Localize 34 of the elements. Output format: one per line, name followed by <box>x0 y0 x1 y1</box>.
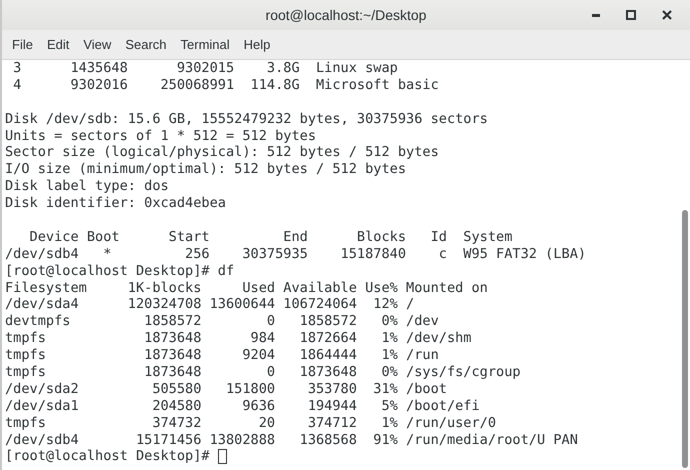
terminal-line: 4 9302016 250068991 114.8G Microsoft basic <box>12 76 440 94</box>
terminal-line: /dev/sdb4 * 256 30375935 15187840 c W95 FAT32 (LBA) <box>5 246 588 263</box>
window-title: root@localhost:~/Desktop <box>266 7 426 23</box>
close-icon[interactable] <box>662 10 672 20</box>
menu-item[interactable]: Search <box>125 37 167 52</box>
text-cursor <box>218 449 227 464</box>
terminal-line: Disk label type: dos <box>5 178 170 196</box>
terminal-line: Filesystem 1K-blocks Used Available Use% Mounted on <box>5 280 489 296</box>
terminal-line: 3 1435648 9302015 3.8G Linux swap <box>12 60 399 77</box>
terminal-line: I/O size (minimum/optimal): 512 bytes / 512 bytes <box>5 161 408 178</box>
terminal-line: /dev/sda1 204580 9636 194944 5% /boot/efi <box>5 398 481 415</box>
terminal-line: [root@localhost Desktop]# df <box>5 262 236 280</box>
terminal-line: Disk /dev/sdb: 15.6 GB, 15552479232 bytes, 30375936 sectors <box>5 110 489 128</box>
terminal-line: tmpfs 374732 20 374712 1% /run/user/0 <box>5 414 498 432</box>
terminal-line: /dev/sda2 505580 151800 353780 31% /boot <box>5 380 448 398</box>
terminal-line: tmpfs 1873648 9204 1864444 1% /run <box>5 347 440 364</box>
terminal-line: tmpfs 1873648 0 1873648 0% /sys/fs/cgroup <box>5 364 522 381</box>
terminal-line: tmpfs 1873648 984 1872664 1% /dev/shm <box>5 330 472 348</box>
terminal-line: Sector size (logical/physical): 512 bytes / 512 bytes <box>5 144 440 162</box>
menu-item[interactable]: Edit <box>46 37 70 52</box>
menu-item[interactable]: Help <box>244 37 270 52</box>
terminal-line: Disk identifier: 0xcad4ebea <box>5 195 227 212</box>
menu-item[interactable]: View <box>83 37 112 52</box>
terminal-line: Device Boot Start End Blocks Id System <box>28 228 514 246</box>
menu-item[interactable]: Terminal <box>180 37 230 52</box>
terminal-line: Units = sectors of 1 * 512 = 512 bytes <box>5 128 317 144</box>
minimize-icon[interactable] <box>592 13 600 17</box>
terminal-line: /dev/sdb4 15171456 13802888 1368568 91% /run/media/root/U PAN <box>5 432 579 448</box>
maximize-icon[interactable] <box>626 10 636 20</box>
terminal-prompt: [root@localhost Desktop]# <box>5 448 210 466</box>
scrollbar-thumb[interactable] <box>682 210 688 468</box>
menu-item[interactable]: File <box>12 37 33 52</box>
terminal-line: /dev/sda4 120324708 13600644 106724064 12% / <box>5 296 416 314</box>
terminal-line: devtmpfs 1858572 0 1858572 0% /dev <box>5 313 440 330</box>
